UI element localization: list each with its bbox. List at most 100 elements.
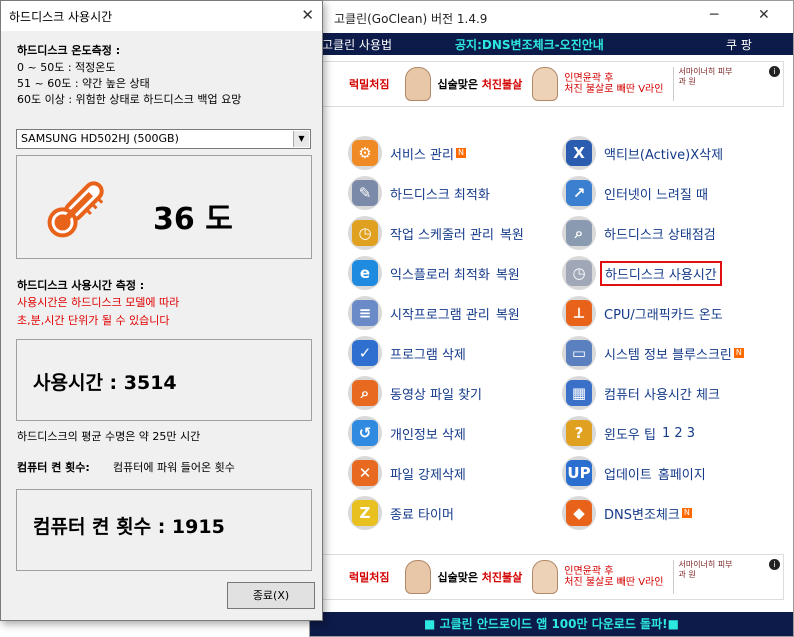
menu-item[interactable]: ▦ 컴퓨터 사용시간 체크 (562, 376, 720, 410)
menu-item[interactable]: ◆ DNS변조체크 N (562, 496, 692, 530)
temperature-value: 36 도 (153, 202, 233, 237)
checkmark-icon: ✓ (348, 336, 382, 370)
internet-speed-icon: ↗ (562, 176, 596, 210)
temperature-icon: ⟂ (562, 296, 596, 330)
menu-goclean-howto[interactable]: 고클린 사용법 (322, 36, 392, 53)
dialog-title-bar: 하드디스크 사용시간 ✕ (1, 1, 322, 31)
shield-icon: ◆ (562, 496, 596, 530)
goclean-main-window: 고클린(GoClean) 버전 1.4.9 ─ ✕ 고클린 사용법 공지:DNS… (309, 0, 794, 637)
ad-banner-top[interactable]: 럭밀처짐 십술맞은 처진불살 인면윤곽 후 처진 불살로 빼딴 V라인 서마이너히… (322, 61, 784, 107)
menu-item-extra[interactable]: 복원 (496, 304, 520, 323)
menu-item[interactable]: UP 업데이트 홈페이지 (562, 456, 706, 490)
menu-item[interactable]: e 익스플로러 최적화 복원 (348, 256, 520, 290)
menu-item-label: DNS변조체크 (604, 507, 680, 523)
menu-notice[interactable]: 공지:DNS변조체크-오진안내 (455, 36, 604, 53)
menu-item-label: CPU/그래픽카드 온도 (604, 307, 723, 323)
menu-item[interactable]: ◷ 하드디스크 사용시간 (562, 256, 722, 290)
menu-item[interactable]: ✎ 하드디스크 최적화 (348, 176, 490, 210)
scheduler-icon: ◷ (348, 216, 382, 250)
new-badge: N (455, 148, 466, 158)
menu-item-label: 서비스 관리 (390, 147, 454, 163)
menu-item-extra[interactable]: 복원 (500, 224, 524, 243)
menu-item-label: 하드디스크 상태점검 (604, 227, 716, 243)
banner-text-2: 십술맞은 처진불살 (437, 78, 523, 91)
menu-item-label: 하드디스크 사용시간 (600, 260, 722, 286)
menu-item-label: 시스템 정보 블루스크린 (604, 347, 732, 363)
clinic-logo: 서마이너히 피부과 원 (673, 67, 733, 101)
menu-item-label: 동영상 파일 찾기 (390, 387, 482, 403)
main-window-title: 고클린(GoClean) 버전 1.4.9 (334, 12, 488, 26)
menu-item-label: 프로그램 삭제 (390, 347, 466, 363)
menu-item[interactable]: ? 윈도우 팁 1 2 3 (562, 416, 695, 450)
close-icon[interactable]: ✕ (758, 7, 770, 23)
face-image (532, 67, 559, 101)
banner-text-1: 럭밀처짐 (349, 571, 390, 584)
chevron-down-icon[interactable]: ▼ (293, 131, 309, 147)
menu-item[interactable]: ⌕ 하드디스크 상태점검 (562, 216, 716, 250)
menu-item-label: 파일 강제삭제 (390, 467, 466, 483)
menu-item-extra[interactable]: 1 2 3 (662, 426, 695, 441)
face-image (405, 67, 432, 101)
magnifier-icon: ⌕ (348, 376, 382, 410)
activex-icon: X (562, 136, 596, 170)
menu-item[interactable]: ⌕ 동영상 파일 찾기 (348, 376, 482, 410)
bottom-notice-bar[interactable]: ■ 고클린 안드로이드 앱 100만 다운로드 돌파!■ (310, 612, 793, 636)
info-icon[interactable]: i (769, 559, 780, 570)
menu-item[interactable]: ≡ 시작프로그램 관리 복원 (348, 296, 520, 330)
menu-item[interactable]: ↺ 개인정보 삭제 (348, 416, 466, 450)
main-title-bar: 고클린(GoClean) 버전 1.4.9 ─ ✕ (310, 1, 793, 33)
usage-note: 초,분,시간 단위가 될 수 있습니다 (17, 314, 170, 327)
menu-item-label: 시작프로그램 관리 (390, 307, 490, 323)
menu-item[interactable]: ↗ 인터넷이 느려질 때 (562, 176, 708, 210)
disk-select[interactable]: SAMSUNG HD502HJ (500GB) ▼ (16, 129, 311, 149)
menu-item-label: 컴퓨터 사용시간 체크 (604, 387, 720, 403)
menu-item-label: 작업 스케줄러 관리 (390, 227, 494, 243)
usage-panel: 사용시간 : 3514 (16, 339, 312, 421)
update-icon: UP (562, 456, 596, 490)
new-badge: N (733, 348, 744, 358)
power-count-desc: 컴퓨터에 파워 들어온 횟수 (113, 461, 235, 474)
ad-banner-bottom[interactable]: 럭밀처짐 십술맞은 처진불살 인면윤곽 후 처진 불살로 빼딴 V라인 서마이너히… (322, 554, 784, 600)
power-count-value: 컴퓨터 켠 횟수 : 1915 (33, 516, 225, 538)
menu-item-label: 익스플로러 최적화 (390, 267, 490, 283)
disk-clock-icon: ◷ (562, 256, 596, 290)
disk-check-icon: ⌕ (562, 216, 596, 250)
disk-select-value: SAMSUNG HD502HJ (500GB) (21, 132, 179, 145)
gear-icon: ⚙ (348, 136, 382, 170)
sleep-icon: Z (348, 496, 382, 530)
menu-item[interactable]: ⚙ 서비스 관리 N (348, 136, 466, 170)
menu-item-label: 인터넷이 느려질 때 (604, 187, 708, 203)
dialog-title: 하드디스크 사용시간 (9, 10, 113, 24)
temp-line: 51 ~ 60도 : 약간 높은 상태 (17, 77, 150, 90)
menu-item-extra[interactable]: 복원 (496, 264, 520, 283)
menu-coupang[interactable]: 쿠 팡 (726, 36, 752, 53)
menu-item[interactable]: ▭ 시스템 정보 블루스크린 N (562, 336, 744, 370)
menu-item[interactable]: X 액티브(Active)X삭제 (562, 136, 723, 170)
banner-text-1: 럭밀처짐 (349, 78, 390, 91)
power-count-panel: 컴퓨터 켠 횟수 : 1915 (16, 489, 312, 571)
menu-item[interactable]: ✕ 파일 강제삭제 (348, 456, 466, 490)
lifespan-text: 하드디스크의 평균 수명은 약 25만 시간 (17, 430, 201, 443)
menu-item-label: 업데이트 (604, 467, 652, 483)
close-button[interactable]: 종료(X) (227, 582, 315, 609)
menu-item-label: 개인정보 삭제 (390, 427, 466, 443)
usage-note: 사용시간은 하드디스크 모델에 따라 (17, 296, 180, 309)
menu-item-label: 액티브(Active)X삭제 (604, 147, 724, 163)
temp-line: 0 ~ 50도 : 적정온도 (17, 61, 116, 74)
temp-line: 60도 이상 : 위험한 상태로 하드디스크 백업 요망 (17, 93, 242, 106)
menu-item[interactable]: Z 종료 타이머 (348, 496, 454, 530)
menu-item-extra[interactable]: 홈페이지 (658, 464, 706, 483)
disk-usage-dialog: 하드디스크 사용시간 ✕ 하드디스크 온도측정 : 0 ~ 50도 : 적정온도… (0, 0, 323, 621)
banner-text-3: 인면윤곽 후 처진 불살로 빼딴 V라인 (564, 566, 664, 588)
face-image (405, 560, 432, 594)
minimize-icon[interactable]: ─ (710, 7, 718, 23)
dialog-close-icon[interactable]: ✕ (301, 6, 314, 24)
menu-item[interactable]: ◷ 작업 스케줄러 관리 복원 (348, 216, 524, 250)
info-icon[interactable]: i (769, 66, 780, 77)
face-image (532, 560, 559, 594)
menu-item[interactable]: ⟂ CPU/그래픽카드 온도 (562, 296, 723, 330)
menu-item[interactable]: ✓ 프로그램 삭제 (348, 336, 466, 370)
main-menu-bar: 고클린 사용법 공지:DNS변조체크-오진안내 쿠 팡 (310, 33, 793, 55)
calendar-icon: ▦ (562, 376, 596, 410)
tip-icon: ? (562, 416, 596, 450)
